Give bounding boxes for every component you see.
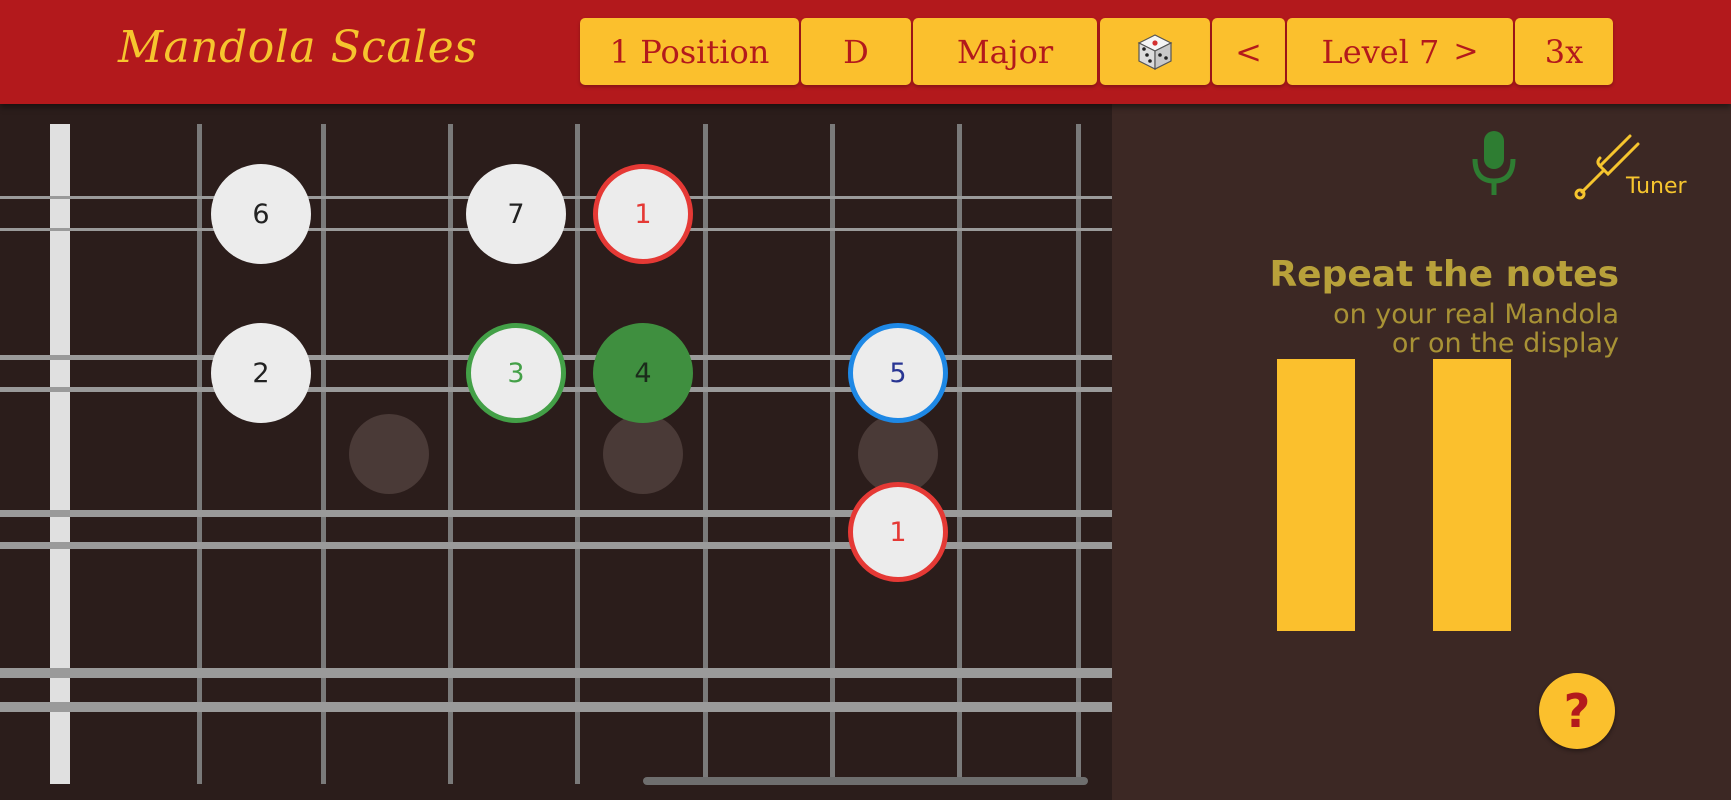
scale-label: Major [956, 32, 1054, 71]
note-degree-4-active[interactable]: 4 [593, 323, 693, 423]
position-label: 1 Position [609, 32, 770, 71]
fret-line [321, 124, 326, 784]
scale-button[interactable]: Major [913, 18, 1097, 85]
note-degree-2[interactable]: 2 [211, 323, 311, 423]
note-degree-7[interactable]: 7 [466, 164, 566, 264]
position-button[interactable]: 1 Position [580, 18, 799, 85]
nut [50, 124, 70, 784]
fret-line [703, 124, 708, 784]
note-root[interactable]: 1 [593, 164, 693, 264]
prev-level-button[interactable]: < [1212, 18, 1285, 85]
pause-bar-right[interactable] [1433, 359, 1511, 631]
level-label: Level 7 [1321, 32, 1440, 71]
random-button[interactable] [1100, 18, 1210, 85]
level-button[interactable]: Level 7 > [1287, 18, 1513, 85]
app-title: Mandola Scales [118, 22, 478, 73]
control-panel: Tuner Repeat the notes on your real Mand… [1112, 104, 1731, 800]
horizontal-scrollbar[interactable] [643, 777, 1088, 785]
speed-button[interactable]: 3x [1515, 18, 1613, 85]
help-label: ? [1563, 684, 1591, 738]
fret-line [197, 124, 202, 784]
tuner-label[interactable]: Tuner [1626, 174, 1687, 199]
pause-bar-left[interactable] [1277, 359, 1355, 631]
note-root-octave[interactable]: 1 [848, 482, 948, 582]
note-degree-3[interactable]: 3 [466, 323, 566, 423]
fret-line [1076, 124, 1081, 784]
note-degree-6[interactable]: 6 [211, 164, 311, 264]
dice-icon [1137, 33, 1173, 70]
chevron-right-icon[interactable]: > [1453, 34, 1478, 69]
fretboard[interactable]: 6 7 1 2 3 4 5 1 [0, 104, 1112, 800]
note-degree-5[interactable]: 5 [848, 323, 948, 423]
string [0, 702, 1112, 712]
instruction-title: Repeat the notes [1269, 254, 1619, 295]
chevron-left-icon: < [1235, 32, 1262, 71]
microphone-icon[interactable] [1467, 129, 1521, 199]
instruction-line-2: or on the display [1391, 328, 1619, 359]
fret-line [957, 124, 962, 784]
fret-line [575, 124, 580, 784]
help-button[interactable]: ? [1539, 673, 1615, 749]
fret-line [448, 124, 453, 784]
speed-label: 3x [1544, 32, 1584, 71]
fret-line [830, 124, 835, 784]
fret-marker [349, 414, 429, 494]
app-header: Mandola Scales 1 Position D Major < Leve… [0, 0, 1731, 104]
instruction-line-1: on your real Mandola [1333, 299, 1619, 330]
key-button[interactable]: D [801, 18, 911, 85]
key-label: D [843, 32, 869, 71]
string [0, 668, 1112, 678]
fret-marker [603, 414, 683, 494]
